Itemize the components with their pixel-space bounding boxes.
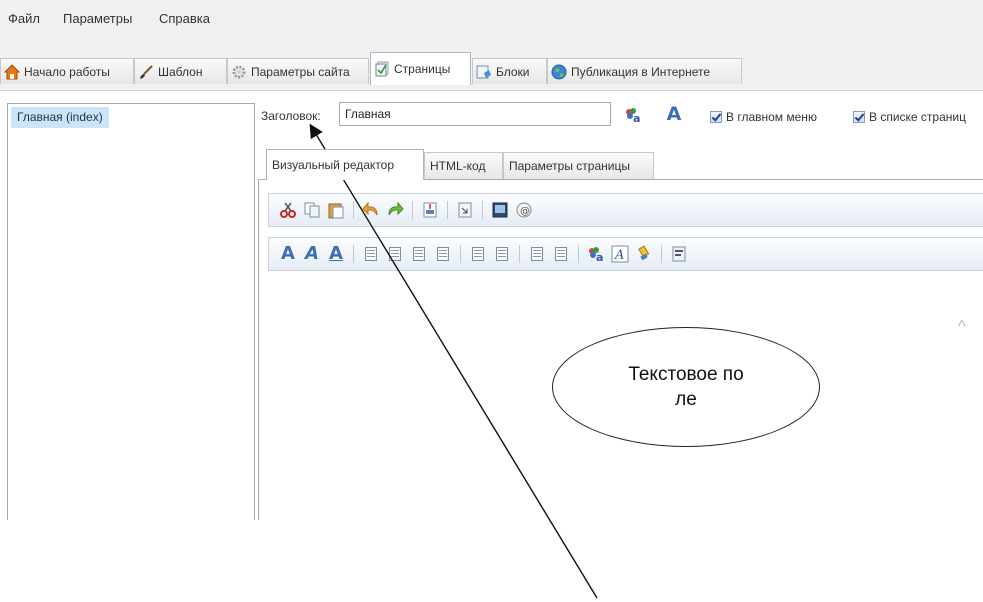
annotation-arrow (309, 123, 598, 599)
pages-icon (374, 61, 390, 77)
tab-visual-editor[interactable]: Визуальный редактор (266, 149, 424, 180)
tab-pages[interactable]: Страницы (370, 52, 471, 85)
tab-label: Страницы (394, 62, 451, 76)
